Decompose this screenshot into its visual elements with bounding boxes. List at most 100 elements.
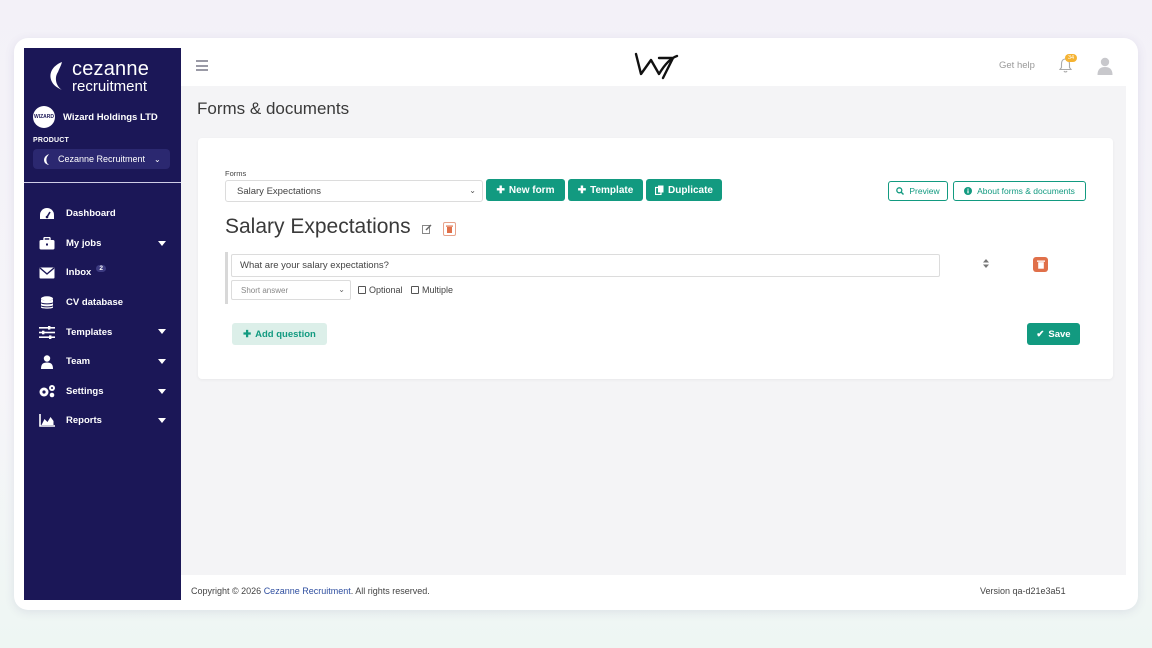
sidebar-item-label: Dashboard [66,208,116,220]
question-text-value: What are your salary expectations? [240,260,389,271]
hamburger-menu-icon[interactable] [196,60,208,74]
sidebar-item-settings[interactable]: Settings [24,377,181,407]
company-avatar: WIZARD [33,106,55,128]
team-icon [38,355,56,369]
notification-badge: 34 [1065,54,1078,62]
version-label: Version qa-d21e3a51 [980,586,1066,596]
copyright-link[interactable]: Cezanne Recruitment [264,586,351,596]
chevron-down-icon: ⌄ [469,186,476,195]
sidebar-item-cv-database[interactable]: CV database [24,288,181,318]
caret-down-icon [158,418,166,424]
multiple-checkbox[interactable]: Multiple [411,285,453,295]
copy-icon [654,185,664,195]
copyright-suffix: . All rights reserved. [350,586,430,596]
caret-down-icon [158,358,166,364]
optional-checkbox[interactable]: Optional [358,285,403,295]
sidebar-item-dashboard[interactable]: Dashboard [24,199,181,229]
footer: Copyright © 2026 Cezanne Recruitment. Al… [181,575,1126,600]
form-title: Salary Expectations [225,215,411,238]
inbox-count-badge: 2 [96,265,106,273]
checkbox-box[interactable] [358,286,366,294]
optional-label: Optional [369,285,403,295]
chevron-down-icon: ⌄ [154,154,161,164]
page-title: Forms & documents [197,99,350,118]
sidebar-item-label: Templates [66,326,113,338]
add-question-label: Add question [255,328,316,340]
copyright-prefix: Copyright © 2026 [191,586,264,596]
sidebar-item-label: Inbox [66,267,92,279]
new-form-button[interactable]: ✚ New form [486,179,565,201]
forms-select[interactable]: Salary Expectations ⌄ [225,180,483,202]
cezanne-logo-mark-icon [50,62,62,90]
envelope-icon [38,266,56,280]
sidebar-item-team[interactable]: Team [24,347,181,377]
forms-select-value: Salary Expectations [237,185,321,197]
sliders-icon [38,325,56,339]
caret-down-icon [158,388,166,394]
sidebar-item-label: My jobs [66,237,102,249]
preview-button[interactable]: Preview [888,181,948,201]
forms-label: Forms [225,169,247,178]
product-label: PRODUCT [33,137,70,144]
caret-down-icon [158,329,166,335]
edit-icon[interactable] [422,224,432,234]
company-switcher[interactable]: WIZARD Wizard Holdings LTD [33,106,158,128]
multiple-label: Multiple [422,285,454,295]
sidebar-divider [24,182,181,183]
sidebar-item-label: Reports [66,415,102,427]
checkbox-box[interactable] [411,286,419,294]
trash-icon [1036,260,1045,269]
logo-subtitle: recruitment [72,78,148,95]
main-content: Get help 34 Forms & documents Forms Sala… [181,48,1126,600]
copyright: Copyright © 2026 Cezanne Recruitment. Al… [191,586,430,596]
sort-icon[interactable] [983,259,989,268]
form-editor-card: Forms Salary Expectations ⌄ ✚ New form ✚… [198,138,1113,379]
sidebar-item-label: Team [66,356,91,368]
product-select[interactable]: Cezanne Recruitment ⌄ [33,149,170,169]
check-icon: ✔ [1036,328,1045,340]
delete-question-button[interactable] [1033,257,1048,272]
template-button[interactable]: ✚ Template [568,179,643,201]
question-indicator [225,252,228,304]
add-question-button[interactable]: ✚ Add question [232,323,327,345]
question-text-input[interactable]: What are your salary expectations? [231,254,940,277]
chart-icon [38,414,56,428]
plus-icon: ✚ [496,184,505,196]
sidebar-nav: Dashboard My jobs Inbox 2 CV database Te… [24,199,181,436]
cezanne-logo[interactable]: cezanne recruitment [46,58,166,95]
answer-type-select[interactable]: Short answer ⌄ [231,280,351,300]
sidebar-item-templates[interactable]: Templates [24,317,181,347]
briefcase-icon [38,236,56,250]
save-label: Save [1048,328,1071,340]
brand-mark-icon [634,52,679,80]
preview-label: Preview [909,186,940,196]
duplicate-label: Duplicate [667,184,713,196]
sidebar: cezanne recruitment WIZARD Wizard Holdin… [24,48,181,600]
dashboard-icon [38,207,56,221]
about-label: About forms & documents [977,186,1075,196]
user-avatar-icon[interactable] [1097,57,1113,75]
caret-down-icon [158,240,166,246]
database-icon [38,295,56,310]
new-form-label: New form [508,184,555,196]
company-name: Wizard Holdings LTD [63,111,158,123]
plus-icon: ✚ [577,184,587,196]
trash-icon [446,225,453,233]
about-forms-button[interactable]: About forms & documents [953,181,1086,201]
plus-icon: ✚ [243,328,252,340]
delete-form-button[interactable] [443,222,456,236]
sidebar-item-my-jobs[interactable]: My jobs [24,229,181,259]
search-icon [896,187,905,195]
top-bar: Get help 34 [181,48,1126,86]
duplicate-button[interactable]: Duplicate [646,179,722,201]
save-button[interactable]: ✔ Save [1027,323,1080,345]
answer-type-value: Short answer [241,285,289,295]
sidebar-item-label: CV database [66,297,124,309]
sidebar-item-inbox[interactable]: Inbox 2 [24,258,181,288]
cogs-icon [38,384,56,398]
sidebar-item-reports[interactable]: Reports [24,406,181,436]
get-help-link[interactable]: Get help [999,60,1035,71]
product-select-value: Cezanne Recruitment [58,154,146,164]
cezanne-small-icon [44,153,49,165]
info-icon [964,187,973,195]
